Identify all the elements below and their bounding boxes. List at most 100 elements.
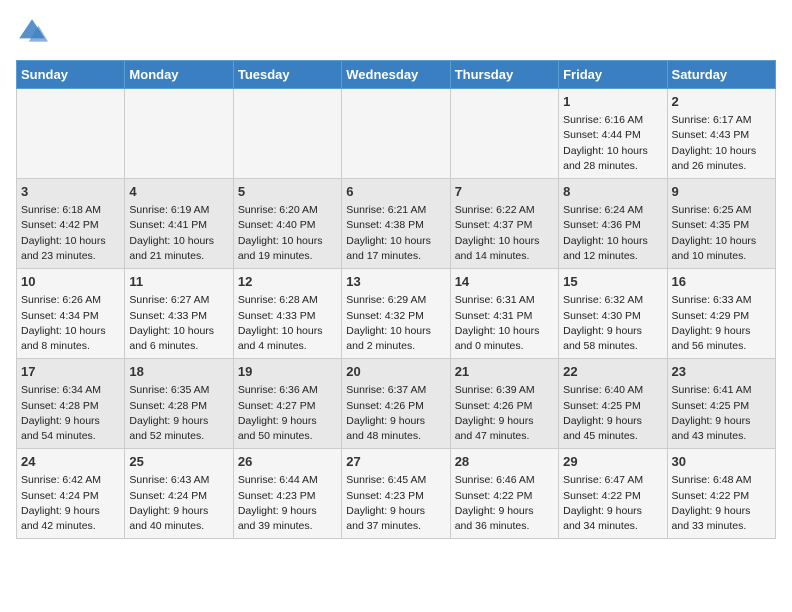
day-info: Sunrise: 6:21 AMSunset: 4:38 PMDaylight:… [346,203,445,264]
calendar-cell: 6 Sunrise: 6:21 AMSunset: 4:38 PMDaylight… [342,179,450,269]
calendar-cell: 21 Sunrise: 6:39 AMSunset: 4:26 PMDayligh… [450,359,558,449]
calendar-cell: 18 Sunrise: 6:35 AMSunset: 4:28 PMDayligh… [125,359,233,449]
calendar-cell: 8 Sunrise: 6:24 AMSunset: 4:36 PMDaylight… [559,179,667,269]
day-number: 15 [563,273,662,291]
calendar-cell: 4 Sunrise: 6:19 AMSunset: 4:41 PMDaylight… [125,179,233,269]
calendar-cell [342,89,450,179]
day-number: 24 [21,453,120,471]
day-info: Sunrise: 6:44 AMSunset: 4:23 PMDaylight:… [238,473,337,534]
day-info: Sunrise: 6:37 AMSunset: 4:26 PMDaylight:… [346,383,445,444]
day-number: 30 [672,453,771,471]
day-info: Sunrise: 6:20 AMSunset: 4:40 PMDaylight:… [238,203,337,264]
day-number: 25 [129,453,228,471]
day-number: 19 [238,363,337,381]
day-number: 20 [346,363,445,381]
calendar-cell: 20 Sunrise: 6:37 AMSunset: 4:26 PMDayligh… [342,359,450,449]
day-number: 28 [455,453,554,471]
calendar-cell: 1 Sunrise: 6:16 AMSunset: 4:44 PMDaylight… [559,89,667,179]
day-info: Sunrise: 6:47 AMSunset: 4:22 PMDaylight:… [563,473,662,534]
calendar-cell: 14Sunrise: 6:31 AMSunset: 4:31 PMDayligh… [450,269,558,359]
day-number: 2 [672,93,771,111]
day-info: Sunrise: 6:28 AMSunset: 4:33 PMDaylight:… [238,293,337,354]
day-info: Sunrise: 6:27 AMSunset: 4:33 PMDaylight:… [129,293,228,354]
day-info: Sunrise: 6:43 AMSunset: 4:24 PMDaylight:… [129,473,228,534]
calendar-cell: 12 Sunrise: 6:28 AMSunset: 4:33 PMDayligh… [233,269,341,359]
calendar-cell: 19Sunrise: 6:36 AMSunset: 4:27 PMDayligh… [233,359,341,449]
day-info: Sunrise: 6:35 AMSunset: 4:28 PMDaylight:… [129,383,228,444]
day-info: Sunrise: 6:29 AMSunset: 4:32 PMDaylight:… [346,293,445,354]
logo-icon [16,16,48,48]
calendar-week-row: 10 Sunrise: 6:26 AMSunset: 4:34 PMDayligh… [17,269,776,359]
weekday-header: Friday [559,61,667,89]
day-number: 5 [238,183,337,201]
calendar-cell: 5 Sunrise: 6:20 AMSunset: 4:40 PMDaylight… [233,179,341,269]
calendar-body: 1 Sunrise: 6:16 AMSunset: 4:44 PMDaylight… [17,89,776,539]
calendar-cell: 25 Sunrise: 6:43 AMSunset: 4:24 PMDayligh… [125,449,233,539]
calendar-cell: 16 Sunrise: 6:33 AMSunset: 4:29 PMDayligh… [667,269,775,359]
day-info: Sunrise: 6:40 AMSunset: 4:25 PMDaylight:… [563,383,662,444]
calendar-cell: 11 Sunrise: 6:27 AMSunset: 4:33 PMDayligh… [125,269,233,359]
day-info: Sunrise: 6:41 AMSunset: 4:25 PMDaylight:… [672,383,771,444]
weekday-header: Sunday [17,61,125,89]
day-number: 27 [346,453,445,471]
calendar-week-row: 24Sunrise: 6:42 AMSunset: 4:24 PMDayligh… [17,449,776,539]
calendar-week-row: 3 Sunrise: 6:18 AMSunset: 4:42 PMDaylight… [17,179,776,269]
day-info: Sunrise: 6:16 AMSunset: 4:44 PMDaylight:… [563,113,662,174]
calendar-cell [125,89,233,179]
day-info: Sunrise: 6:39 AMSunset: 4:26 PMDaylight:… [455,383,554,444]
calendar-cell [17,89,125,179]
day-number: 17 [21,363,120,381]
calendar-cell: 27 Sunrise: 6:45 AMSunset: 4:23 PMDayligh… [342,449,450,539]
calendar-cell: 24Sunrise: 6:42 AMSunset: 4:24 PMDayligh… [17,449,125,539]
day-number: 4 [129,183,228,201]
calendar-header: SundayMondayTuesdayWednesdayThursdayFrid… [17,61,776,89]
weekday-header: Tuesday [233,61,341,89]
calendar-cell: 26Sunrise: 6:44 AMSunset: 4:23 PMDayligh… [233,449,341,539]
day-number: 1 [563,93,662,111]
calendar-cell: 28 Sunrise: 6:46 AMSunset: 4:22 PMDayligh… [450,449,558,539]
day-info: Sunrise: 6:33 AMSunset: 4:29 PMDaylight:… [672,293,771,354]
page-header [16,16,776,48]
calendar-cell: 23 Sunrise: 6:41 AMSunset: 4:25 PMDayligh… [667,359,775,449]
calendar-cell: 15Sunrise: 6:32 AMSunset: 4:30 PMDayligh… [559,269,667,359]
weekday-header: Wednesday [342,61,450,89]
day-info: Sunrise: 6:19 AMSunset: 4:41 PMDaylight:… [129,203,228,264]
day-number: 23 [672,363,771,381]
day-number: 18 [129,363,228,381]
calendar-cell: 22Sunrise: 6:40 AMSunset: 4:25 PMDayligh… [559,359,667,449]
day-number: 16 [672,273,771,291]
day-number: 14 [455,273,554,291]
day-info: Sunrise: 6:34 AMSunset: 4:28 PMDaylight:… [21,383,120,444]
day-info: Sunrise: 6:46 AMSunset: 4:22 PMDaylight:… [455,473,554,534]
day-info: Sunrise: 6:48 AMSunset: 4:22 PMDaylight:… [672,473,771,534]
day-number: 9 [672,183,771,201]
day-number: 13 [346,273,445,291]
day-number: 6 [346,183,445,201]
calendar-week-row: 1 Sunrise: 6:16 AMSunset: 4:44 PMDaylight… [17,89,776,179]
calendar-cell: 30 Sunrise: 6:48 AMSunset: 4:22 PMDayligh… [667,449,775,539]
day-number: 7 [455,183,554,201]
weekday-header: Thursday [450,61,558,89]
day-number: 10 [21,273,120,291]
calendar-cell: 17 Sunrise: 6:34 AMSunset: 4:28 PMDayligh… [17,359,125,449]
day-info: Sunrise: 6:18 AMSunset: 4:42 PMDaylight:… [21,203,120,264]
day-number: 12 [238,273,337,291]
calendar-cell: 9 Sunrise: 6:25 AMSunset: 4:35 PMDaylight… [667,179,775,269]
calendar-cell [233,89,341,179]
calendar-cell: 7 Sunrise: 6:22 AMSunset: 4:37 PMDaylight… [450,179,558,269]
day-info: Sunrise: 6:22 AMSunset: 4:37 PMDaylight:… [455,203,554,264]
day-info: Sunrise: 6:26 AMSunset: 4:34 PMDaylight:… [21,293,120,354]
day-number: 8 [563,183,662,201]
day-info: Sunrise: 6:17 AMSunset: 4:43 PMDaylight:… [672,113,771,174]
day-info: Sunrise: 6:25 AMSunset: 4:35 PMDaylight:… [672,203,771,264]
logo [16,16,52,48]
day-info: Sunrise: 6:45 AMSunset: 4:23 PMDaylight:… [346,473,445,534]
day-number: 11 [129,273,228,291]
calendar-cell [450,89,558,179]
calendar-week-row: 17 Sunrise: 6:34 AMSunset: 4:28 PMDayligh… [17,359,776,449]
calendar-cell: 10 Sunrise: 6:26 AMSunset: 4:34 PMDayligh… [17,269,125,359]
day-number: 3 [21,183,120,201]
day-info: Sunrise: 6:24 AMSunset: 4:36 PMDaylight:… [563,203,662,264]
day-number: 21 [455,363,554,381]
weekday-header: Monday [125,61,233,89]
